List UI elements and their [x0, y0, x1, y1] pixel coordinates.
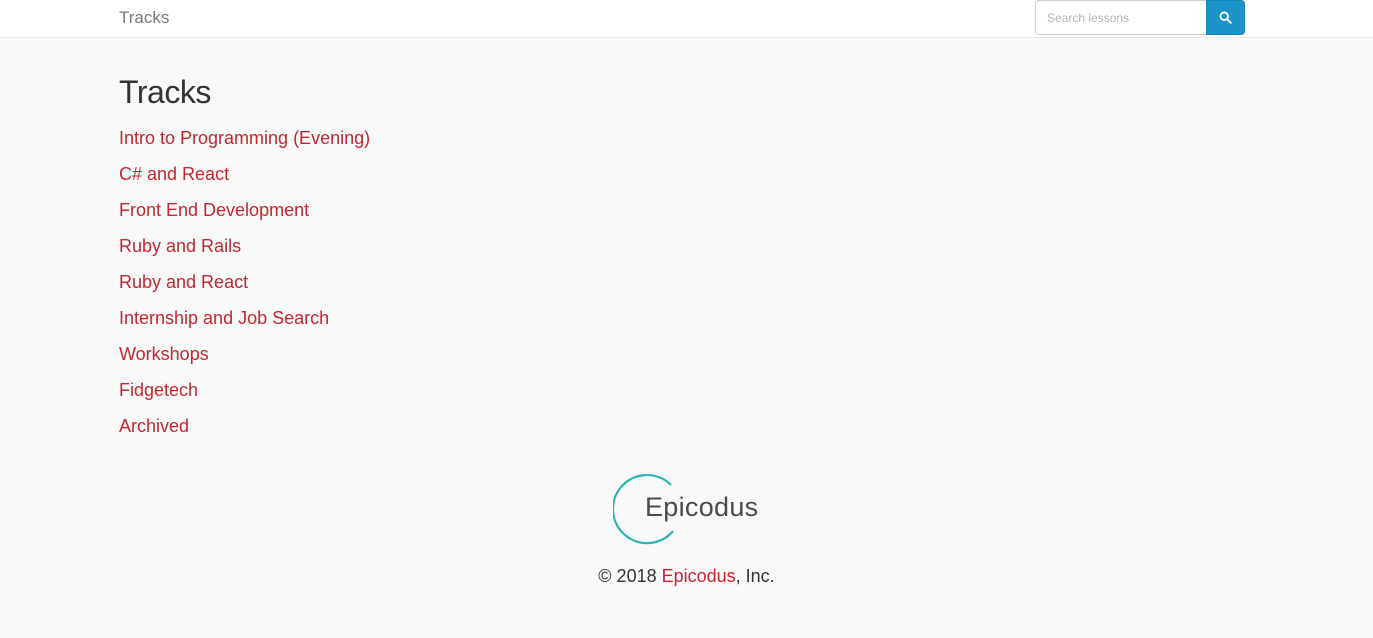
- track-link-csharp-react[interactable]: C# and React: [119, 164, 229, 184]
- list-item: C# and React: [119, 161, 370, 197]
- logo-text: Epicodus: [645, 492, 759, 522]
- list-item: Intro to Programming (Evening): [119, 125, 370, 161]
- track-link-archived[interactable]: Archived: [119, 416, 189, 436]
- track-link-workshops[interactable]: Workshops: [119, 344, 209, 364]
- copyright: © 2018 Epicodus, Inc.: [0, 566, 1373, 587]
- navbar-brand[interactable]: Tracks: [119, 8, 169, 28]
- list-item: Fidgetech: [119, 377, 370, 413]
- list-item: Archived: [119, 413, 370, 449]
- list-item: Ruby and Rails: [119, 233, 370, 269]
- copyright-link[interactable]: Epicodus: [662, 566, 736, 586]
- track-link-front-end[interactable]: Front End Development: [119, 200, 309, 220]
- list-item: Ruby and React: [119, 269, 370, 305]
- track-link-ruby-react[interactable]: Ruby and React: [119, 272, 248, 292]
- search-button[interactable]: [1206, 0, 1245, 35]
- track-link-intro-programming[interactable]: Intro to Programming (Evening): [119, 128, 370, 148]
- page-title: Tracks: [119, 74, 211, 110]
- track-link-internship[interactable]: Internship and Job Search: [119, 308, 329, 328]
- track-list: Intro to Programming (Evening) C# and Re…: [119, 125, 370, 449]
- list-item: Front End Development: [119, 197, 370, 233]
- search-input[interactable]: [1035, 0, 1206, 35]
- track-link-ruby-rails[interactable]: Ruby and Rails: [119, 236, 241, 256]
- copyright-prefix: © 2018: [598, 566, 662, 586]
- list-item: Internship and Job Search: [119, 305, 370, 341]
- search-icon: [1219, 11, 1232, 24]
- track-link-fidgetech[interactable]: Fidgetech: [119, 380, 198, 400]
- search-form: [1035, 0, 1245, 35]
- copyright-suffix: , Inc.: [735, 566, 775, 586]
- navbar: Tracks: [0, 0, 1373, 38]
- list-item: Workshops: [119, 341, 370, 377]
- epicodus-logo: Epicodus: [613, 471, 773, 546]
